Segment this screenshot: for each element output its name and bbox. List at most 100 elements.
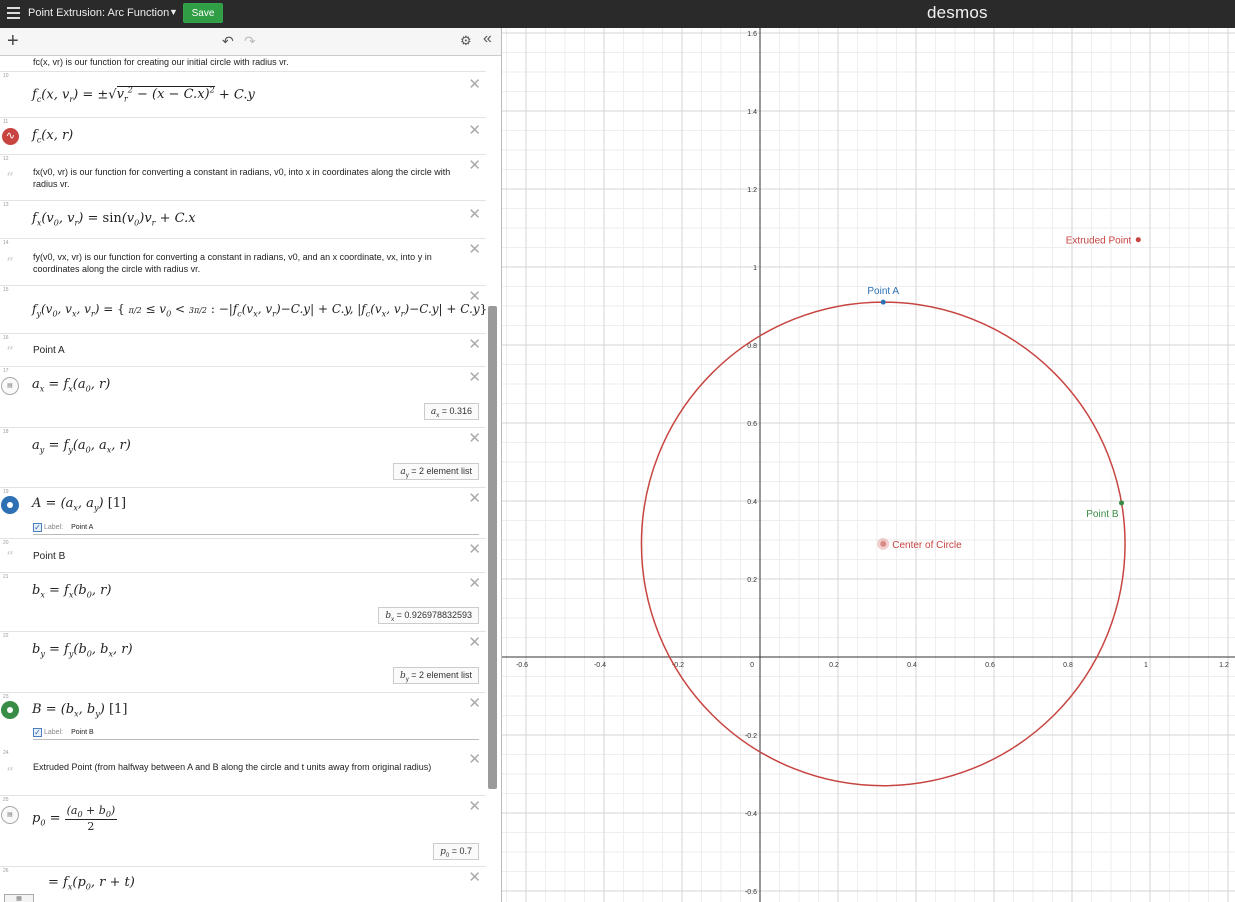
delete-expression-icon[interactable]: ✕: [468, 540, 481, 558]
expression-row-22[interactable]: 22 ✕ by = fy(b0, bx, r) by = 2 element l…: [0, 632, 486, 693]
expression-row-19[interactable]: 19 ✕ A = (ax, ay) [1] ✓ Label: Point A: [0, 488, 486, 539]
y-tick-label: 0.4: [747, 499, 757, 506]
x-tick-label: 0.2: [829, 662, 839, 669]
note-text: fx(v0, vr) is our function for convertin…: [33, 167, 451, 189]
expression-row-11[interactable]: 11 ∿ ✕ fc(x, r): [0, 118, 486, 155]
math-fx-definition[interactable]: fx(v0, vr) = sin(v0)vr + C.x: [32, 211, 196, 228]
expression-row-21[interactable]: 21 ✕ bx = fx(b0, r) bx = 0.926978832593: [0, 573, 486, 632]
expression-row-26[interactable]: 26 ✕ = fx(p0, r + t): [0, 867, 486, 902]
delete-expression-icon[interactable]: ✕: [468, 694, 481, 712]
delete-expression-icon[interactable]: ✕: [468, 121, 481, 139]
expression-note-24[interactable]: 24 “ ✕ Extruded Point (from halfway betw…: [0, 749, 486, 796]
keypad-toggle-icon[interactable]: ▦: [4, 894, 34, 902]
expression-index: 14: [3, 240, 9, 246]
expression-row-18[interactable]: 18 ✕ ay = fy(a0, ax, r) ay = 2 element l…: [0, 428, 486, 488]
math-ay-definition[interactable]: ay = fy(a0, ax, r): [32, 438, 131, 455]
collapse-panel-icon[interactable]: «: [483, 30, 492, 48]
note-quote-icon: “: [6, 254, 14, 272]
math-bx-definition[interactable]: bx = fx(b0, r): [32, 583, 111, 600]
point-label: Extruded Point: [1066, 236, 1132, 247]
point-marker: [880, 299, 886, 305]
graph-title[interactable]: Point Extrusion: Arc Function: [28, 7, 169, 19]
x-tick-label: -0.4: [594, 662, 606, 669]
point-b-color-toggle-icon[interactable]: [1, 701, 19, 719]
label-checkbox-icon[interactable]: ✓: [33, 728, 42, 737]
point-a-color-toggle-icon[interactable]: [1, 496, 19, 514]
math-fc-plot[interactable]: fc(x, r): [32, 128, 73, 145]
expression-index: 18: [3, 429, 9, 435]
expression-row-17[interactable]: 17 ▤ ✕ ax = fx(a0, r) ax = 0.316: [0, 367, 486, 428]
delete-expression-icon[interactable]: ✕: [468, 205, 481, 223]
expression-index: 21: [3, 574, 9, 580]
label-field[interactable]: ✓ Label: Point A: [33, 523, 479, 535]
expression-note-12[interactable]: 12 “ ✕ fx(v0, vr) is our function for co…: [0, 155, 486, 201]
delete-expression-icon[interactable]: ✕: [468, 633, 481, 651]
label-checkbox-icon[interactable]: ✓: [33, 523, 42, 532]
expression-row-10[interactable]: 10 ✕ fc(x, vr) = ±√vr2 − (x − C.x)2 + C.…: [0, 72, 486, 118]
x-tick-label: 1: [1144, 662, 1148, 669]
slider-icon[interactable]: ▤: [1, 806, 19, 824]
expression-row-13[interactable]: 13 ✕ fx(v0, vr) = sin(v0)vr + C.x: [0, 201, 486, 239]
hamburger-menu-icon[interactable]: [7, 7, 20, 19]
math-point-b-definition[interactable]: B = (bx, by) [1]: [32, 702, 127, 719]
expression-list-scrollbar[interactable]: [488, 306, 497, 789]
math-p0-definition[interactable]: p0 = (a0 + b0) 2: [32, 804, 118, 833]
x-tick-label: -0.6: [516, 662, 528, 669]
add-expression-plus-icon[interactable]: +: [7, 30, 19, 53]
save-button[interactable]: Save: [183, 3, 223, 23]
delete-expression-icon[interactable]: ✕: [468, 156, 481, 174]
math-by-definition[interactable]: by = fy(b0, bx, r): [32, 642, 133, 659]
expression-index: 23: [3, 694, 9, 700]
math-fc-definition[interactable]: fc(x, vr) = ±√vr2 − (x − C.x)2 + C.y: [32, 86, 255, 104]
graph-svg[interactable]: -0.6 -0.4 -0.2 0 0.2 0.4 0.6 0.8 1 1.2 1.6 1.4 1.2 1 0…: [502, 28, 1235, 902]
expression-index: 20: [3, 540, 9, 546]
delete-expression-icon[interactable]: ✕: [468, 868, 481, 886]
delete-expression-icon[interactable]: ✕: [468, 240, 481, 258]
expression-note-20[interactable]: 20 “ ✕ Point B: [0, 539, 486, 573]
expression-panel: + ↶ ↷ ⚙ « fc(x, vr) is our function for …: [0, 28, 502, 902]
expression-row-25[interactable]: 25 ▤ ✕ p0 = (a0 + b0) 2 p0 = 0.7: [0, 796, 486, 867]
delete-expression-icon[interactable]: ✕: [468, 75, 481, 93]
evaluation-readout: p0 = 0.7: [433, 843, 479, 860]
expression-note-16[interactable]: 16 “ ✕ Point A: [0, 334, 486, 367]
point-label: Point B: [1086, 509, 1119, 520]
delete-expression-icon[interactable]: ✕: [468, 489, 481, 507]
title-dropdown-caret-icon[interactable]: ▼: [169, 7, 178, 17]
expression-row-15[interactable]: 15 ✕ fy(v0, vx, vr) = { π/2 ≤ v0 < 3π/2 …: [0, 286, 487, 334]
math-fy-definition[interactable]: fy(v0, vx, vr) = { π/2 ≤ v0 < 3π/2 : −|f…: [32, 302, 487, 318]
y-tick-label: 1.6: [747, 31, 757, 38]
expression-index: 26: [3, 868, 9, 874]
expression-index: 12: [3, 156, 9, 162]
expression-index: 13: [3, 202, 9, 208]
expression-index: 19: [3, 489, 9, 495]
expression-index: 11: [3, 119, 9, 125]
math-point-a-definition[interactable]: A = (ax, ay) [1]: [32, 496, 126, 513]
label-field[interactable]: ✓ Label: Point B: [33, 728, 479, 740]
y-tick-label: 1.2: [747, 187, 757, 194]
delete-expression-icon[interactable]: ✕: [468, 750, 481, 768]
math-extruded-partial[interactable]: = fx(p0, r + t): [48, 875, 135, 892]
graph-color-wave-icon[interactable]: ∿: [2, 128, 19, 145]
settings-gear-icon[interactable]: ⚙: [460, 33, 472, 49]
delete-expression-icon[interactable]: ✕: [468, 429, 481, 447]
y-tick-label: -0.2: [745, 733, 757, 740]
delete-expression-icon[interactable]: ✕: [468, 368, 481, 386]
graph-canvas[interactable]: -0.6 -0.4 -0.2 0 0.2 0.4 0.6 0.8 1 1.2 1.6 1.4 1.2 1 0…: [502, 28, 1235, 902]
math-ax-definition[interactable]: ax = fx(a0, r): [32, 377, 110, 394]
slider-icon[interactable]: ▤: [1, 377, 19, 395]
y-tick-label: 1.4: [747, 109, 757, 116]
note-text: Point B: [33, 551, 66, 562]
note-quote-icon: “: [6, 343, 14, 361]
delete-expression-icon[interactable]: ✕: [468, 574, 481, 592]
delete-expression-icon[interactable]: ✕: [468, 797, 481, 815]
undo-icon[interactable]: ↶: [222, 33, 234, 50]
center-point-label: Center of Circle: [892, 540, 962, 551]
expression-note-14[interactable]: 14 “ ✕ fy(v0, vx, vr) is our function fo…: [0, 239, 486, 286]
expression-index: 16: [3, 335, 9, 341]
redo-icon[interactable]: ↷: [244, 33, 256, 50]
note-text: Extruded Point (from halfway between A a…: [33, 762, 432, 772]
note-quote-icon: “: [6, 764, 14, 782]
y-tick-label: -0.6: [745, 889, 757, 896]
y-tick-label: 1: [753, 265, 757, 272]
delete-expression-icon[interactable]: ✕: [468, 335, 481, 353]
